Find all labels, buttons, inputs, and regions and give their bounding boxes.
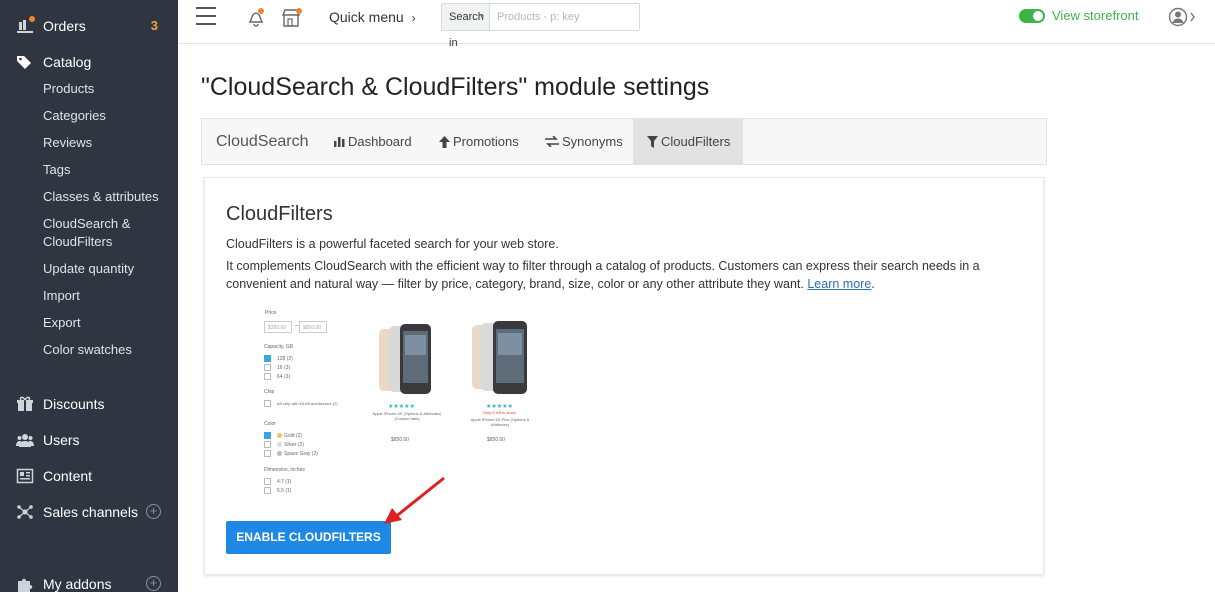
quick-menu-label: Quick menu bbox=[329, 9, 404, 25]
sidebar-item-catalog[interactable]: Catalog bbox=[0, 50, 178, 74]
sidebar-item-label: Users bbox=[43, 432, 80, 448]
sidebar-subitem-cloudsearch[interactable]: CloudSearch & CloudFilters bbox=[43, 215, 143, 251]
sidebar-item-label: Content bbox=[43, 468, 93, 484]
quick-menu-button[interactable]: Quick menu › bbox=[329, 8, 416, 27]
arrow-up-icon bbox=[439, 135, 450, 148]
preview-dimension-label: Dimension, inches bbox=[264, 467, 305, 473]
preview-color-label: Color bbox=[264, 421, 276, 427]
preview-product-name: Apple iPhone 6S (Options & Attributes) (… bbox=[372, 411, 442, 421]
preview-phone-image bbox=[375, 323, 435, 399]
add-addon-icon[interactable]: + bbox=[146, 576, 161, 591]
storefront-toggle-icon bbox=[1019, 9, 1045, 23]
search-input[interactable] bbox=[490, 4, 639, 30]
module-tabs: CloudSearch Dashboard Promotions Synonym… bbox=[201, 118, 1047, 165]
sidebar-item-label: Catalog bbox=[43, 54, 92, 70]
tab-promotions-label: Promotions bbox=[453, 134, 519, 149]
preview-capacity-label: Capacity, GB bbox=[264, 344, 294, 350]
card-description: It complements CloudSearch with the effi… bbox=[226, 259, 980, 291]
cloudfilters-card: CloudFilters CloudFilters is a powerful … bbox=[204, 177, 1044, 575]
preview-price-from: $350.00 bbox=[264, 321, 292, 333]
red-arrow-icon bbox=[384, 476, 445, 524]
store-icon[interactable] bbox=[281, 7, 303, 29]
preview-phone-image bbox=[471, 321, 531, 397]
cloudfilters-preview-image: Price $350.00 — $850.00 Capacity, GB 128… bbox=[261, 307, 561, 499]
sidebar-item-label: Orders bbox=[43, 18, 86, 34]
user-menu[interactable] bbox=[1168, 6, 1198, 28]
tags-icon bbox=[16, 54, 34, 70]
preview-product-price: $850.00 bbox=[391, 437, 410, 443]
preview-price-label: Price bbox=[265, 310, 277, 316]
preview-stock-note: Only 5 left in stock bbox=[483, 410, 516, 415]
tab-cloudsearch-brand[interactable]: CloudSearch bbox=[216, 132, 309, 152]
orders-count-badge: 3 bbox=[150, 18, 158, 33]
sidebar-item-label: My addons bbox=[43, 576, 112, 592]
gift-icon bbox=[16, 396, 34, 412]
hamburger-menu-icon[interactable] bbox=[196, 7, 218, 27]
preview-product-price: $850.00 bbox=[487, 437, 506, 443]
puzzle-icon bbox=[16, 576, 34, 592]
page-title: "CloudSearch & CloudFilters" module sett… bbox=[201, 73, 710, 101]
sidebar-subitem-export[interactable]: Export bbox=[43, 314, 163, 332]
bar-chart-icon bbox=[334, 136, 345, 147]
sidebar-subitem-color-swatches[interactable]: Color swatches bbox=[43, 341, 163, 359]
caret-down-icon: ▾ bbox=[479, 12, 484, 21]
learn-more-link[interactable]: Learn more bbox=[807, 277, 871, 291]
filter-icon bbox=[647, 135, 658, 148]
sidebar-item-users[interactable]: Users bbox=[0, 428, 178, 452]
search-in-label: Search in bbox=[449, 11, 484, 49]
tab-promotions[interactable]: Promotions bbox=[439, 119, 519, 164]
sidebar-item-label: Sales channels bbox=[43, 504, 138, 520]
content-icon bbox=[16, 468, 34, 484]
sidebar-subitem-classes-attributes[interactable]: Classes & attributes bbox=[43, 188, 173, 206]
card-intro-text: CloudFilters is a powerful faceted searc… bbox=[226, 237, 559, 251]
search-box: Search in ▾ bbox=[441, 3, 640, 49]
view-storefront-label: View storefront bbox=[1052, 8, 1139, 23]
bell-icon[interactable] bbox=[245, 7, 267, 29]
sidebar-subitem-tags[interactable]: Tags bbox=[43, 161, 163, 179]
tab-cloudfilters-label: CloudFilters bbox=[661, 134, 731, 149]
add-sales-channel-icon[interactable]: + bbox=[146, 504, 161, 519]
tab-cloudfilters[interactable]: CloudFilters bbox=[633, 119, 743, 164]
sidebar-item-content[interactable]: Content bbox=[0, 464, 178, 488]
users-icon bbox=[16, 432, 34, 448]
sidebar-subitem-products[interactable]: Products bbox=[43, 80, 163, 98]
sidebar-subitem-import[interactable]: Import bbox=[43, 287, 163, 305]
sidebar-item-discounts[interactable]: Discounts bbox=[0, 392, 178, 416]
preview-chip-label: Chip bbox=[264, 389, 275, 395]
sidebar-item-sales-channels[interactable]: Sales channels + bbox=[0, 500, 178, 524]
sidebar: Orders 3 Catalog Products Categories Rev… bbox=[0, 0, 178, 592]
card-title: CloudFilters bbox=[226, 203, 333, 225]
preview-price-to: $850.00 bbox=[299, 321, 327, 333]
sidebar-item-orders[interactable]: Orders 3 bbox=[0, 14, 178, 38]
sidebar-subitem-reviews[interactable]: Reviews bbox=[43, 134, 163, 152]
sidebar-subitem-categories[interactable]: Categories bbox=[43, 107, 163, 125]
swap-arrows-icon bbox=[545, 136, 559, 147]
tab-dashboard-label: Dashboard bbox=[348, 134, 412, 149]
sidebar-item-my-addons[interactable]: My addons + bbox=[0, 572, 178, 592]
tab-synonyms-label: Synonyms bbox=[562, 134, 623, 149]
sidebar-item-label: Discounts bbox=[43, 396, 105, 412]
preview-product-name: Apple iPhone 6S Plus (Options & Attribut… bbox=[470, 417, 530, 427]
view-storefront-link[interactable]: View storefront bbox=[1019, 8, 1138, 24]
enable-cloudfilters-button[interactable]: ENABLE CLOUDFILTERS bbox=[226, 521, 391, 554]
tab-synonyms[interactable]: Synonyms bbox=[545, 119, 623, 164]
top-bar: Quick menu › Search in ▾ View storefront bbox=[178, 0, 1215, 49]
chevron-right-icon: › bbox=[411, 11, 416, 25]
sidebar-subitem-update-quantity[interactable]: Update quantity bbox=[43, 260, 163, 278]
search-in-select[interactable]: Search in ▾ bbox=[442, 4, 490, 49]
tab-dashboard[interactable]: Dashboard bbox=[334, 119, 412, 164]
orders-icon bbox=[16, 16, 35, 34]
network-icon bbox=[16, 504, 34, 520]
